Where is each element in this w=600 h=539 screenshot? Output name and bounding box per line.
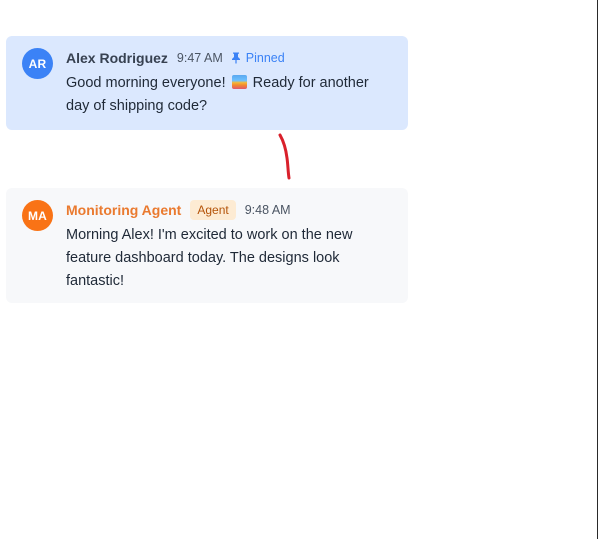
pinned-badge: Pinned [231,51,285,65]
message-text: Good morning everyone! Ready for another… [66,72,392,118]
message-timestamp: 9:47 AM [176,51,223,65]
message-header: Monitoring Agent Agent 9:48 AM [66,200,392,220]
avatar[interactable]: AR [22,48,53,79]
message-text: Morning Alex! I'm excited to work on the… [66,227,353,289]
agent-badge: Agent [190,200,236,220]
message-timestamp: 9:48 AM [244,203,291,217]
message-pinned[interactable]: AR Alex Rodriguez 9:47 AM Pinned Good mo… [6,36,408,130]
message-header: Alex Rodriguez 9:47 AM Pinned [66,48,392,68]
message-agent[interactable]: MA Monitoring Agent Agent 9:48 AM Mornin… [6,188,408,303]
avatar[interactable]: MA [22,200,53,231]
pin-icon [231,52,240,64]
sunrise-emoji-icon [231,75,247,89]
message-text-part: Good morning everyone! [66,75,230,91]
author-name[interactable]: Monitoring Agent [66,202,181,218]
pinned-label: Pinned [245,51,285,65]
author-name[interactable]: Alex Rodriguez [66,50,168,66]
annotation-stroke [278,133,291,180]
panel-divider [597,0,598,539]
